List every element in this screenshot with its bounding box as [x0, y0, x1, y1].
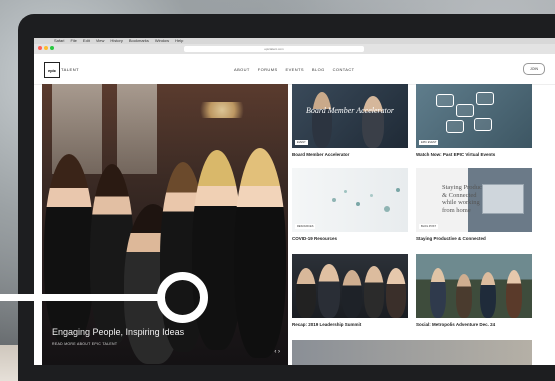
card-tag: BLOG POST — [419, 224, 438, 229]
browser-toolbar: Safari File Edit View History Bookmarks … — [34, 38, 555, 55]
chat-bubble-icon — [474, 118, 492, 131]
browser-window: Safari File Edit View History Bookmarks … — [34, 38, 555, 365]
card-thumbnail: Staying Productive & Connected while wor… — [416, 168, 532, 232]
thumb-person — [312, 92, 332, 148]
address-bar[interactable]: epictalent.com — [184, 46, 364, 52]
virus-dot — [396, 188, 400, 192]
hero-person — [234, 148, 286, 358]
card-board-member[interactable]: Board Member Accelerator EVENT Board Mem… — [292, 84, 408, 157]
os-menubar: Safari File Edit View History Bookmarks … — [34, 38, 555, 44]
nav-item-contact[interactable]: CONTACT — [333, 67, 355, 72]
card-productive[interactable]: Staying Productive & Connected while wor… — [416, 168, 532, 241]
chat-bubble-icon — [446, 120, 464, 133]
card-thumbnail — [416, 254, 532, 318]
chevron-left-icon[interactable]: ‹ — [274, 349, 276, 355]
join-button[interactable]: JOIN — [523, 63, 545, 75]
next-row-hint — [292, 340, 532, 365]
card-tag: EPIC EVENT — [419, 140, 439, 145]
menu-item[interactable]: Bookmarks — [129, 38, 149, 44]
nav-item-about[interactable]: ABOUT — [234, 67, 250, 72]
hero-person — [44, 154, 94, 344]
thumb-person — [456, 274, 472, 318]
thumb-person — [480, 272, 496, 318]
main-nav: ABOUT FORUMS EVENTS BLOG CONTACT — [234, 67, 354, 72]
logo[interactable]: epic — [44, 62, 60, 78]
menu-item[interactable]: View — [96, 38, 105, 44]
thumb-person — [430, 268, 446, 318]
card-title: Board Member Accelerator — [292, 152, 350, 157]
card-thumbnail — [292, 254, 408, 318]
card-leadership-summit[interactable]: Recap: 2019 Leadership Summit — [292, 254, 408, 327]
minimize-icon[interactable] — [44, 46, 48, 50]
thumb-person — [506, 270, 522, 318]
chat-bubble-icon — [476, 92, 494, 105]
card-tag: EVENT — [295, 140, 308, 145]
site-header: epic TALENT ABOUT FORUMS EVENTS BLOG CON… — [34, 54, 555, 85]
thumb-person — [342, 270, 362, 318]
chat-bubble-icon — [456, 104, 474, 117]
card-title: Staying Productive & Connected — [416, 236, 486, 241]
maximize-icon[interactable] — [50, 46, 54, 50]
nav-item-forums[interactable]: FORUMS — [258, 67, 278, 72]
card-title: Recap: 2019 Leadership Summit — [292, 322, 362, 327]
menu-item[interactable]: File — [70, 38, 76, 44]
menu-item[interactable]: Safari — [54, 38, 64, 44]
thumb-person — [362, 96, 384, 148]
callout-ring — [157, 272, 208, 323]
hero-read-more-link[interactable]: READ MORE ABOUT EPIC TALENT — [52, 342, 117, 346]
card-social[interactable]: Social: Metropolis Adventure Dec. 24 — [416, 254, 532, 327]
slider-arrows: ‹ › — [274, 349, 280, 355]
card-title: COVID-19 Resources — [292, 236, 338, 241]
hero-lights — [192, 102, 252, 118]
card-overlay-text: Board Member Accelerator — [306, 106, 394, 115]
nav-item-blog[interactable]: BLOG — [312, 67, 325, 72]
thumb-person — [296, 268, 316, 318]
brand-name: TALENT — [61, 67, 80, 72]
virus-dot — [356, 202, 360, 206]
card-title: Social: Metropolis Adventure Dec. 24 — [416, 322, 496, 327]
hero-slider[interactable]: Engaging People, Inspiring Ideas READ MO… — [42, 84, 288, 365]
chevron-right-icon[interactable]: › — [278, 349, 280, 355]
virus-dot — [370, 194, 373, 197]
hero-window — [117, 84, 157, 174]
laptop-thumb — [482, 184, 524, 214]
chat-bubble-icon — [436, 94, 454, 107]
card-virtual-events[interactable]: EPIC EVENT Watch Now: Past EPIC Virtual … — [416, 84, 532, 157]
menu-item[interactable]: History — [110, 38, 122, 44]
close-icon[interactable] — [38, 46, 42, 50]
virus-dot — [344, 190, 347, 193]
menu-item[interactable]: Window — [155, 38, 169, 44]
card-thumbnail: RESOURCES — [292, 168, 408, 232]
card-thumbnail: EPIC EVENT — [416, 84, 532, 148]
virus-dot — [332, 198, 336, 202]
window-controls — [38, 46, 54, 50]
menu-item[interactable]: Edit — [83, 38, 90, 44]
card-thumbnail: Board Member Accelerator EVENT — [292, 84, 408, 148]
virus-dot — [384, 206, 390, 212]
hero-caption: Engaging People, Inspiring Ideas — [52, 327, 185, 337]
card-title: Watch Now: Past EPIC Virtual Events — [416, 152, 496, 157]
thumb-person — [386, 268, 406, 318]
card-covid[interactable]: RESOURCES COVID-19 Resources — [292, 168, 408, 241]
callout-line — [0, 294, 158, 301]
thumb-person — [318, 264, 340, 318]
nav-item-events[interactable]: EVENTS — [286, 67, 304, 72]
thumb-person — [364, 266, 384, 318]
menu-item[interactable]: Help — [175, 38, 183, 44]
card-tag: RESOURCES — [295, 224, 316, 229]
